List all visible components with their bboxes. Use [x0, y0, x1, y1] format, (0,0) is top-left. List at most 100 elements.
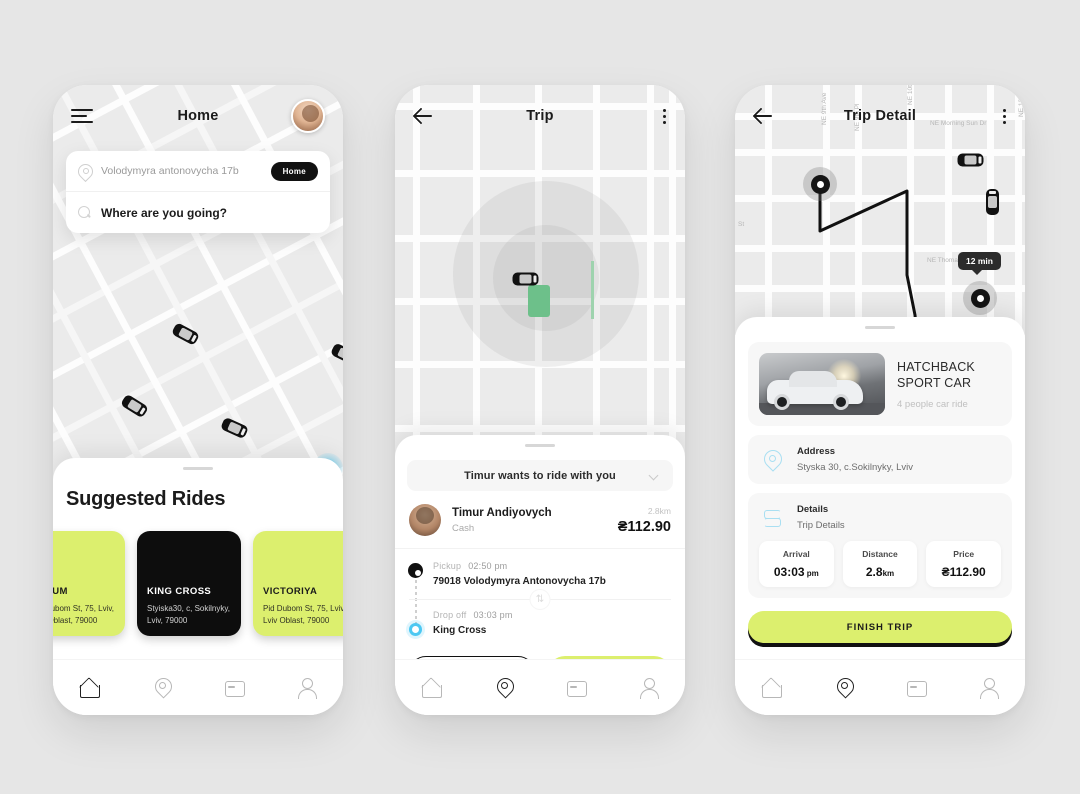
ride-name: KING CROSS	[147, 586, 212, 598]
nav-home-icon[interactable]	[760, 677, 783, 699]
suggested-rides-list[interactable]: FORUM Pid Dubom St, 75, Lviv, Lviv Oblas…	[53, 511, 343, 636]
location-pin-icon	[759, 447, 785, 473]
stat-number: 2.8	[865, 565, 883, 579]
saved-place-row[interactable]: Volodymyra antonovycha 17b Home	[66, 151, 330, 191]
screenshot-canvas: Home Volodymyra antonovycha 17b Home Whe…	[0, 0, 1080, 794]
vehicle-title: HATCHBACK SPORT CAR	[897, 359, 1001, 392]
nav-profile-icon[interactable]	[296, 677, 318, 699]
swap-vertical-icon[interactable]	[409, 599, 671, 600]
stat-label: Price	[953, 549, 975, 559]
ride-name: FORUM	[53, 586, 68, 598]
map-green-strip	[591, 261, 594, 319]
page-title: Trip	[526, 108, 554, 124]
ride-request-text: Timur wants to ride with you	[464, 469, 616, 482]
vehicle-capacity: 4 people car ride	[897, 398, 968, 410]
trip-detail-sheet: HATCHBACK SPORT CAR 4 people car ride Ad…	[735, 317, 1025, 715]
back-arrow-icon[interactable]	[753, 105, 775, 127]
map-car-marker	[957, 153, 984, 167]
trip-price: ₴112.90	[617, 518, 671, 535]
nav-home-icon[interactable]	[420, 677, 443, 699]
bottom-navigation	[53, 659, 343, 715]
stat-label: Distance	[862, 549, 898, 559]
details-label: Details	[797, 504, 829, 515]
rider-summary-row[interactable]: Timur Andiyovych Cash 2.8km ₴112.90	[395, 491, 685, 549]
finish-trip-button[interactable]: FINISH TRIP	[748, 611, 1012, 643]
vehicle-title-line2: SPORT CAR	[897, 376, 972, 390]
list-item[interactable]: KING CROSS Styiska30, c, Sokilnyky, Lviv…	[137, 531, 241, 636]
dropoff-header: Drop off 03:03 pm	[433, 610, 671, 620]
nav-wallet-icon[interactable]	[565, 677, 588, 699]
pickup-header: Pickup 02:50 pm	[433, 561, 671, 571]
car-photo	[759, 353, 885, 415]
phone-mockup-trip-detail: NE Morning Sun Dr NE 9th Ave NE 9th Pl N…	[735, 85, 1025, 715]
address-card[interactable]: Address Styska 30, c.Sokilnyky, Lviv	[748, 435, 1012, 484]
kebab-menu-icon[interactable]	[663, 106, 667, 127]
phone-mockup-trip: Trip Timur wants to ride with you Timur …	[395, 85, 685, 715]
bottom-navigation	[735, 659, 1025, 715]
stat-number: 03:03	[773, 565, 805, 579]
details-card[interactable]: Details Trip Details Arrival 03:03 pm Di…	[748, 493, 1012, 598]
map-park-area	[528, 285, 550, 317]
nav-location-icon[interactable]	[151, 677, 173, 699]
map-car-marker	[986, 189, 999, 215]
search-input-placeholder[interactable]: Where are you going?	[101, 206, 318, 220]
nav-profile-icon[interactable]	[978, 677, 1000, 699]
back-arrow-icon[interactable]	[413, 105, 435, 127]
chevron-down-icon[interactable]	[648, 470, 659, 481]
pickup-dot-icon	[408, 563, 423, 578]
list-item[interactable]: FORUM Pid Dubom St, 75, Lviv, Lviv Oblas…	[53, 531, 125, 636]
stat-value: ₴112.90	[926, 565, 1001, 579]
vehicle-info: HATCHBACK SPORT CAR 4 people car ride	[897, 359, 1001, 410]
stat-unit: pm	[804, 569, 819, 578]
ride-address: Pid Dubom St, 75, Lviv, Lviv Oblast, 790…	[53, 604, 114, 625]
phone-mockup-home: Home Volodymyra antonovycha 17b Home Whe…	[53, 85, 343, 715]
nav-wallet-icon[interactable]	[905, 677, 928, 699]
nav-wallet-icon[interactable]	[223, 677, 246, 699]
map-label: NE Thomas	[927, 257, 962, 264]
phone2-top-bar: Trip	[395, 85, 685, 147]
eta-badge: 12 min	[958, 252, 1001, 275]
stat-label: Arrival	[782, 549, 810, 559]
origin-marker	[803, 167, 837, 201]
payment-method: Cash	[452, 522, 475, 534]
details-header: Details Trip Details	[759, 504, 1001, 531]
fare-block: 2.8km ₴112.90	[618, 506, 671, 535]
rider-meta: Timur Andiyovych Cash	[452, 507, 607, 534]
list-item[interactable]: VICTORIYA Pid Dubom St, 75, Lviv, Lviv O…	[253, 531, 343, 636]
rider-name: Timur Andiyovych	[452, 506, 552, 519]
home-badge[interactable]: Home	[270, 161, 318, 181]
nav-home-icon[interactable]	[78, 677, 101, 699]
pickup-label: Pickup	[433, 561, 462, 571]
route-dash-line	[414, 580, 417, 624]
nav-location-icon[interactable]	[833, 677, 855, 699]
dropoff-label: Drop off	[433, 610, 467, 620]
nav-location-icon[interactable]	[493, 677, 515, 699]
address-label: Address	[797, 446, 836, 457]
sheet-grabber[interactable]	[525, 444, 555, 447]
trip-distance: 2.8km	[647, 505, 671, 516]
trip-stats: Arrival 03:03 pm Distance 2.8km Price ₴1…	[759, 541, 1002, 587]
nav-profile-icon[interactable]	[638, 677, 660, 699]
bottom-navigation	[395, 659, 685, 715]
details-text-block: Details Trip Details	[797, 504, 845, 531]
swap-vertical-icon	[759, 505, 785, 531]
vehicle-title-line1: HATCHBACK	[897, 359, 975, 374]
ride-address: Styiska30, c, Sokilnyky, Lviv, 79000	[147, 604, 230, 625]
kebab-menu-icon[interactable]	[1003, 106, 1007, 127]
sheet-grabber[interactable]	[865, 326, 895, 329]
destination-search-row[interactable]: Where are you going?	[66, 191, 330, 233]
user-avatar[interactable]	[291, 99, 325, 133]
vehicle-card[interactable]: HATCHBACK SPORT CAR 4 people car ride	[748, 342, 1012, 426]
stat-distance: Distance 2.8km	[842, 541, 918, 587]
destination-marker	[963, 281, 997, 315]
details-value: Trip Details	[797, 520, 845, 531]
ride-request-banner[interactable]: Timur wants to ride with you	[407, 460, 673, 491]
page-title: Trip Detail	[843, 108, 917, 124]
ride-address: Pid Dubom St, 75, Lviv, Lviv Oblast, 790…	[263, 604, 343, 625]
location-pin-icon	[78, 164, 91, 179]
ride-name: VICTORIYA	[263, 586, 318, 598]
sheet-title: Suggested Rides	[66, 488, 226, 510]
saved-place-text: Volodymyra antonovycha 17b	[101, 165, 239, 177]
hamburger-menu-icon[interactable]	[71, 105, 93, 127]
dropoff-address: King Cross	[433, 625, 487, 636]
